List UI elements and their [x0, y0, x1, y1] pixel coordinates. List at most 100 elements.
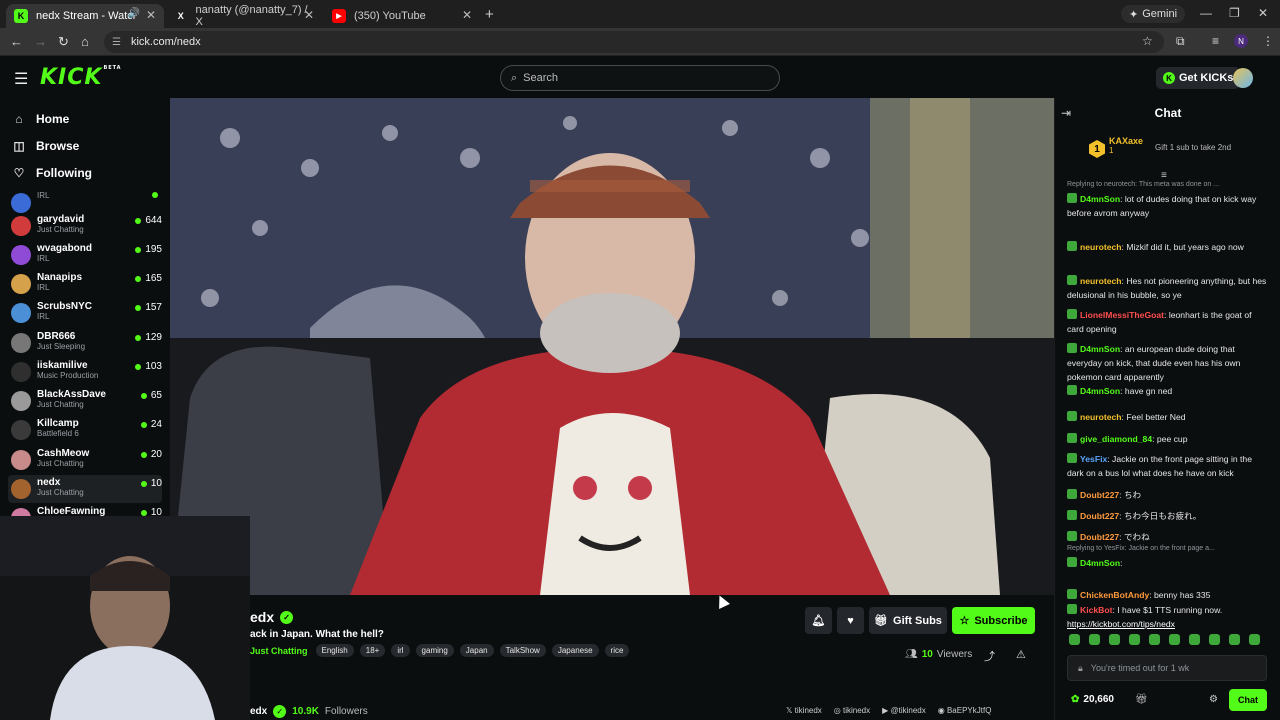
gift-subs-button[interactable]: 🎁︎ Gift Subs [869, 607, 947, 634]
hamburger-menu-icon[interactable]: ☰ [14, 69, 28, 89]
social-discord[interactable]: ◉ BaEPYkJtfQ [938, 706, 992, 715]
live-dot-icon [135, 304, 142, 311]
close-tab-icon[interactable]: ✕ [304, 8, 314, 22]
chat-username[interactable]: Doubt227 [1080, 490, 1119, 500]
tab-kick[interactable]: K nedx Stream - Watch Live o 🔊 ✕ [6, 4, 164, 28]
live-dot-icon [152, 192, 158, 198]
chat-username[interactable]: D4mnSon [1080, 386, 1120, 396]
media-icon[interactable]: ≡ [1212, 34, 1219, 48]
chat-username[interactable]: neurotech [1080, 276, 1122, 286]
chat-message: Doubt227: ちわ [1067, 488, 1267, 502]
tag-pill[interactable]: irl [391, 644, 410, 657]
chat-input[interactable]: 🔒︎ You're timed out for 1 wk [1067, 655, 1267, 681]
following-item[interactable]: iiskamilive Music Production 103 [8, 358, 162, 386]
emote-icon[interactable] [1189, 634, 1200, 645]
close-tab-icon[interactable]: ✕ [462, 8, 472, 22]
close-window-icon[interactable]: ✕ [1258, 6, 1268, 20]
settings-gear-icon[interactable]: ⚙ [1209, 694, 1218, 705]
chat-username[interactable]: KickBot [1080, 605, 1112, 615]
follow-heart-button[interactable]: ♥ [837, 607, 864, 634]
kicks-balance[interactable]: ✿ 20,660 [1071, 694, 1114, 705]
emote-icon[interactable] [1229, 634, 1240, 645]
social-x[interactable]: 𝕏 tikinedx [786, 706, 822, 715]
viewer-count [152, 189, 162, 198]
emote-icon[interactable] [1109, 634, 1120, 645]
new-tab-button[interactable]: + [485, 6, 494, 23]
close-tab-icon[interactable]: ✕ [146, 8, 156, 22]
chat-title: Chat [1154, 106, 1182, 120]
get-kicks-button[interactable]: K Get KICKs [1156, 67, 1241, 89]
report-icon[interactable]: ⚠ [1016, 648, 1026, 661]
social-instagram[interactable]: ◎ tikinedx [834, 706, 870, 715]
audio-icon[interactable]: 🔊 [128, 8, 140, 19]
tag-pill[interactable]: English [315, 644, 354, 657]
emote-icon[interactable] [1069, 634, 1080, 645]
social-youtube[interactable]: ▶ @tikinedx [882, 706, 926, 715]
menu-icon[interactable]: ⋮ [1262, 34, 1274, 48]
emote-icon[interactable] [1249, 634, 1260, 645]
emote-icon[interactable] [1089, 634, 1100, 645]
tab-x[interactable]: X nanatty (@nanatty_7) / X ✕ [166, 4, 322, 28]
chat-username[interactable]: Doubt227 [1080, 532, 1119, 542]
reload-icon[interactable]: ↻ [58, 34, 69, 50]
emote-icon[interactable] [1149, 634, 1160, 645]
tab-youtube[interactable]: ▶ (350) YouTube ✕ [324, 4, 480, 28]
chat-username[interactable]: D4mnSon [1080, 344, 1120, 354]
restore-icon[interactable]: ❐ [1229, 6, 1240, 20]
following-item[interactable]: garydavid Just Chatting 644 [8, 212, 162, 240]
chat-username[interactable]: D4mnSon [1080, 558, 1120, 568]
chat-username[interactable]: ChickenBotAndy [1080, 590, 1149, 600]
emote-icon[interactable] [1129, 634, 1140, 645]
gift-icon[interactable]: 🎁︎ [1135, 694, 1148, 705]
chat-username[interactable]: D4mnSon [1080, 194, 1120, 204]
following-item[interactable]: Killcamp Battlefield 6 24 [8, 416, 162, 444]
address-bar[interactable]: ☰ kick.com/nedx [104, 31, 1164, 53]
following-item[interactable]: nedx Just Chatting 10 [8, 475, 162, 503]
nav-home[interactable]: ⌂ Home [12, 112, 69, 126]
forward-icon[interactable]: → [34, 34, 47, 49]
viewer-number: 157 [145, 302, 162, 313]
chat-username[interactable]: YesFix [1080, 454, 1107, 464]
category-link[interactable]: Just Chatting [250, 646, 308, 656]
user-avatar[interactable] [1233, 68, 1253, 88]
tag-pill[interactable]: TalkShow [499, 644, 546, 657]
following-item[interactable]: ScrubsNYC IRL 157 [8, 299, 162, 327]
following-item[interactable]: CashMeow Just Chatting 20 [8, 446, 162, 474]
gemini-button[interactable]: ✦ Gemini [1121, 5, 1186, 23]
tag-pill[interactable]: gaming [415, 644, 454, 657]
chat-username[interactable]: neurotech [1080, 242, 1122, 252]
search-input[interactable]: ⌕ Search [500, 65, 780, 91]
chat-username[interactable]: LionelMessiTheGoat [1080, 310, 1164, 320]
chat-link[interactable]: https://kickbot.com/tips/nedx [1067, 619, 1175, 629]
following-item[interactable]: BlackAssDave Just Chatting 65 [8, 387, 162, 415]
minimize-icon[interactable]: — [1200, 6, 1212, 20]
nav-following[interactable]: ♡ Following [12, 166, 92, 180]
channel-name[interactable]: edx ✓ [250, 609, 294, 625]
emote-icon[interactable] [1209, 634, 1220, 645]
video-player[interactable] [170, 98, 1054, 595]
share-icon[interactable]: ⤴ [984, 648, 995, 664]
subscribe-button[interactable]: ☆ Subscribe [952, 607, 1035, 634]
tag-pill[interactable]: Japan [459, 644, 494, 657]
following-item[interactable]: wvagabond IRL 195 [8, 241, 162, 269]
back-icon[interactable]: ← [10, 34, 23, 49]
tag-pill[interactable]: Japanese [551, 644, 599, 657]
chat-username[interactable]: Doubt227 [1080, 511, 1119, 521]
profile-avatar[interactable]: N [1234, 34, 1248, 48]
site-info-icon[interactable]: ☰ [112, 37, 121, 48]
following-item[interactable]: Nanapips IRL 165 [8, 270, 162, 298]
chat-username[interactable]: neurotech [1080, 412, 1122, 422]
notification-bell-button[interactable]: 🔔︎ [805, 607, 832, 634]
bookmark-star-icon[interactable]: ☆ [1142, 34, 1153, 48]
tag-pill[interactable]: rice [604, 644, 630, 657]
home-icon[interactable]: ⌂ [81, 34, 89, 49]
emote-icon[interactable] [1169, 634, 1180, 645]
kick-logo[interactable]: KICKBETA [40, 65, 122, 90]
chat-username[interactable]: give_diamond_84 [1080, 434, 1152, 444]
nav-browse[interactable]: ◫ Browse [12, 139, 79, 153]
following-item[interactable]: DBR666 Just Sleeping 129 [8, 329, 162, 357]
extension-icon[interactable]: ⧉ [1176, 34, 1185, 49]
chat-send-button[interactable]: Chat [1229, 689, 1267, 711]
tag-pill[interactable]: 18+ [359, 644, 386, 657]
nav-label: Following [36, 166, 92, 180]
